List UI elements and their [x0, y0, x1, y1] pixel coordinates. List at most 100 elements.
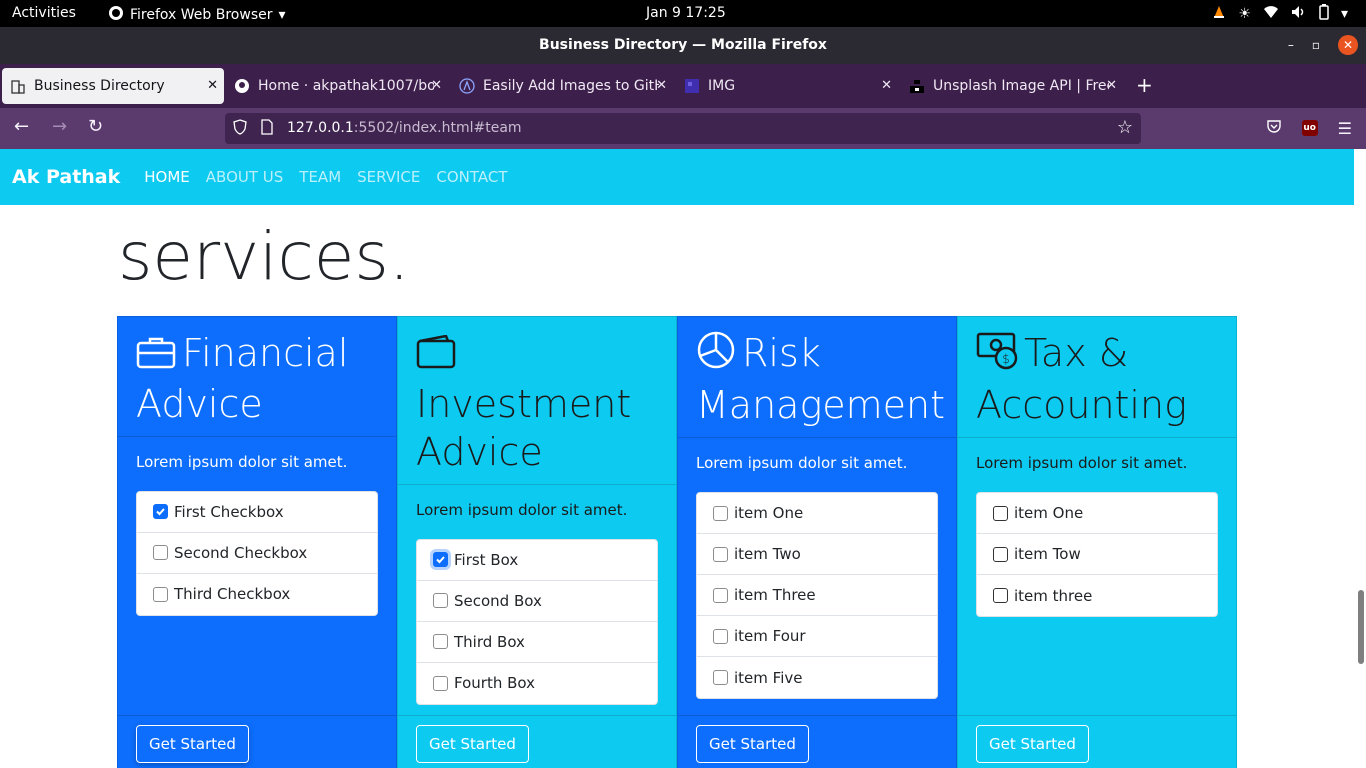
tab-github[interactable]: Home · akpathak1007/bo ✕	[226, 68, 448, 104]
nav-team[interactable]: TEAM	[299, 168, 341, 186]
svg-text:$: $	[1002, 352, 1010, 366]
close-window-icon[interactable]: ✕	[1338, 35, 1358, 55]
site-brand[interactable]: Ak Pathak	[12, 166, 120, 188]
list-item[interactable]: item One	[977, 493, 1217, 534]
checkbox[interactable]	[713, 546, 728, 562]
checkbox[interactable]	[993, 505, 1008, 521]
card-footer: Get Started	[678, 715, 956, 768]
list-item[interactable]: Third Checkbox	[137, 574, 377, 615]
close-tab-icon[interactable]: ✕	[656, 78, 667, 93]
nav-contact[interactable]: CONTACT	[436, 168, 507, 186]
section-heading: services.	[118, 218, 410, 295]
list-item[interactable]: Fourth Box	[417, 663, 657, 704]
new-tab-button[interactable]: +	[1136, 75, 1153, 95]
window-title-bar: Business Directory — Mozilla Firefox – ▫…	[0, 27, 1366, 64]
vlc-icon[interactable]	[1212, 5, 1226, 23]
minimize-icon[interactable]: –	[1288, 38, 1294, 52]
get-started-button[interactable]: Get Started	[416, 725, 529, 763]
url-bar[interactable]: 127.0.0.1:5502/index.html#team ☆	[225, 113, 1141, 144]
tab-easily-add-images[interactable]: Easily Add Images to GitH ✕	[451, 68, 673, 104]
tab-img[interactable]: IMG ✕	[676, 68, 898, 104]
checkbox[interactable]	[993, 546, 1008, 562]
site-navbar: Ak Pathak HOME ABOUT US TEAM SERVICE CON…	[0, 149, 1354, 205]
checkbox[interactable]	[433, 634, 448, 649]
list-item[interactable]: item Five	[697, 657, 937, 698]
close-tab-icon[interactable]: ✕	[431, 78, 442, 93]
nav-home[interactable]: HOME	[144, 168, 190, 186]
hamburger-menu-icon[interactable]: ☰	[1338, 119, 1352, 138]
scrollbar-thumb[interactable]	[1358, 590, 1364, 664]
tab-business-directory[interactable]: Business Directory ✕	[2, 68, 224, 104]
get-started-button[interactable]: Get Started	[136, 725, 249, 763]
checkbox[interactable]	[713, 670, 728, 685]
ublock-origin-icon[interactable]: uo	[1301, 120, 1318, 136]
list-item[interactable]: item Two	[697, 534, 937, 575]
url-path: :5502/index.html#team	[353, 120, 522, 136]
tab-unsplash[interactable]: Unsplash Image API | Free ✕	[901, 68, 1123, 104]
close-tab-icon[interactable]: ✕	[881, 78, 892, 93]
checkbox[interactable]	[713, 587, 728, 603]
forward-arrow-icon[interactable]: →	[52, 117, 67, 137]
activities-button[interactable]: Activities	[12, 5, 76, 21]
checkbox[interactable]	[713, 628, 728, 644]
checkbox[interactable]	[713, 505, 728, 521]
tab-label: Unsplash Image API | Free	[933, 78, 1109, 94]
list-item[interactable]: First Box	[417, 540, 657, 581]
tab-label: IMG	[708, 78, 736, 94]
img-favicon-icon	[684, 78, 700, 94]
list-item[interactable]: item One	[697, 493, 937, 534]
bookmark-star-icon[interactable]: ☆	[1117, 117, 1133, 138]
close-tab-icon[interactable]: ✕	[207, 78, 218, 93]
checkbox-label: Third Checkbox	[174, 585, 291, 603]
tab-strip: Business Directory ✕ Home · akpathak1007…	[0, 64, 1366, 108]
card-header: Risk Management	[678, 317, 956, 438]
page-info-icon[interactable]	[261, 119, 273, 139]
list-item[interactable]: Second Box	[417, 581, 657, 622]
navigation-toolbar: ← → ↻ 127.0.0.1:5502/index.html#team ☆ u…	[0, 108, 1366, 149]
checkbox-label: First Checkbox	[174, 502, 284, 521]
app-menu[interactable]: Firefox Web Browser ▾	[108, 5, 286, 25]
checkbox[interactable]	[993, 588, 1008, 603]
checkbox[interactable]	[153, 586, 168, 602]
checkbox[interactable]	[433, 675, 448, 691]
checkbox[interactable]	[153, 545, 168, 560]
checkbox-label: Fourth Box	[454, 674, 535, 692]
list-item[interactable]: Second Checkbox	[137, 533, 377, 574]
wallet-icon	[416, 332, 456, 380]
checkbox-checked[interactable]	[433, 552, 448, 567]
list-item[interactable]: First Checkbox	[137, 492, 377, 533]
checkbox-label: item Five	[734, 668, 803, 687]
nav-service[interactable]: SERVICE	[357, 168, 420, 186]
list-item[interactable]: item Four	[697, 616, 937, 657]
card-body: Lorem ipsum dolor sit amet. item One ite…	[958, 438, 1236, 633]
get-started-button[interactable]: Get Started	[696, 725, 809, 763]
list-item[interactable]: Third Box	[417, 622, 657, 663]
reload-icon[interactable]: ↻	[88, 117, 103, 137]
close-tab-icon[interactable]: ✕	[1106, 78, 1117, 93]
tab-label: Easily Add Images to GitH	[483, 78, 659, 94]
pocket-icon[interactable]	[1266, 118, 1282, 138]
get-started-button[interactable]: Get Started	[976, 725, 1089, 763]
list-item[interactable]: item Three	[697, 575, 937, 616]
nav-about-us[interactable]: ABOUT US	[206, 168, 284, 186]
list-item[interactable]: item three	[977, 575, 1217, 616]
unsplash-icon	[909, 78, 925, 94]
tab-label: Home · akpathak1007/bo	[258, 78, 434, 94]
checkbox[interactable]	[433, 593, 448, 608]
clock[interactable]: Jan 9 17:25	[646, 5, 726, 21]
chevron-down-icon: ▾	[278, 7, 286, 23]
github-icon	[234, 78, 250, 94]
system-tray[interactable]: ☀ ▾	[1212, 4, 1348, 24]
card-body: Lorem ipsum dolor sit amet. First Box Se…	[398, 485, 676, 721]
card-text: Lorem ipsum dolor sit amet.	[416, 500, 628, 519]
list-item[interactable]: item Tow	[977, 534, 1217, 575]
checkbox-checked[interactable]	[153, 504, 168, 519]
card-tax-accounting: $ Tax & Accounting Lorem ipsum dolor sit…	[957, 316, 1237, 768]
maximize-icon[interactable]: ▫	[1312, 38, 1320, 52]
back-arrow-icon[interactable]: ←	[14, 117, 29, 137]
checkbox-label: Third Box	[454, 632, 525, 651]
checkbox-label: item One	[1014, 504, 1084, 522]
shield-icon[interactable]	[233, 119, 247, 139]
battery-icon	[1319, 4, 1329, 24]
card-risk-management: Risk Management Lorem ipsum dolor sit am…	[677, 316, 957, 768]
